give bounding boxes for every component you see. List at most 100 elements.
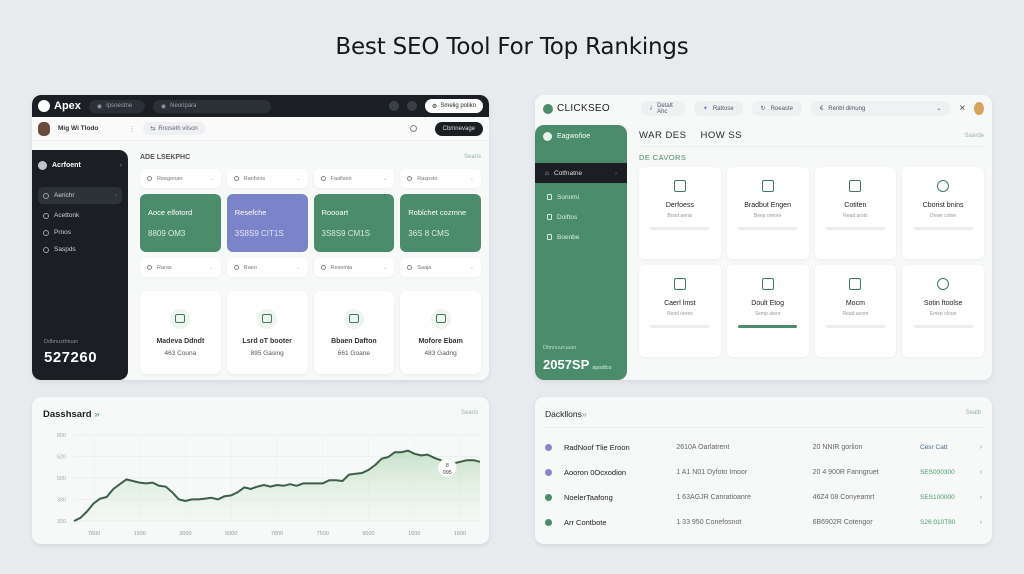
stat-tile[interactable]: Roblchet cozmne 36S 8 CMS: [400, 194, 481, 252]
filter-dropdown[interactable]: Saaja ⌄: [400, 258, 481, 277]
chevron-right-icon[interactable]: ›: [980, 469, 982, 476]
close-icon[interactable]: ×: [959, 103, 965, 114]
top-action-button[interactable]: ⚙ Smelig polikn: [424, 99, 483, 113]
filters-top: Reegenan ⌄ Ranfsios ⌄ Faafisen ⌄ Raspsto ⌄: [140, 169, 481, 188]
feature-card[interactable]: Lsrd oT booter 895 Gasing: [226, 291, 308, 374]
filter-dropdown[interactable]: Reegenan ⌄: [140, 169, 221, 188]
top-pill-2[interactable]: ✦ Rattose: [693, 101, 743, 116]
refresh-icon[interactable]: [409, 125, 417, 132]
disc-icon: [937, 180, 950, 192]
sub-filter-pill[interactable]: ⇆ Rnoseth vilson: [143, 122, 205, 135]
filter-icon: [233, 176, 239, 181]
stat-value: 36S 8 CMS: [408, 229, 450, 238]
category-card[interactable]: Cotiten Read arots: [814, 167, 897, 259]
top-pill-1[interactable]: ◉ Ipsoestne: [88, 99, 145, 113]
row-name: Arr Contbote: [563, 518, 607, 527]
row-col2: 1 33 950 Conefosnot: [676, 519, 742, 526]
category-cards: Derfoess Bood aenis Bradbut Engen Beep oreo…: [639, 167, 984, 357]
sidebar-item-3[interactable]: Prnos: [38, 224, 122, 241]
sidebar-item[interactable]: Doiftos: [535, 207, 627, 227]
feature-card[interactable]: Bbaen Dafton 661 Goane: [313, 291, 395, 374]
sidebar-item[interactable]: Boenbe: [535, 227, 627, 247]
tab-2[interactable]: HOW SS: [700, 130, 742, 141]
filter-dropdown[interactable]: Faafisen ⌄: [313, 169, 395, 188]
sub-primary-button[interactable]: Cbmnevage: [434, 121, 483, 136]
list-item[interactable]: NoelerTaafong 1 63AGJR Canratioanre 46Z4 0…: [545, 485, 982, 510]
server-icon: [761, 180, 774, 192]
top-search-label: Neoripara: [170, 103, 197, 109]
filter-label: Resemia: [330, 264, 353, 271]
filter-dropdown[interactable]: Ranfsios ⌄: [226, 169, 308, 188]
monitor-icon: [849, 278, 862, 290]
sidebar-item-1[interactable]: Aerichr ›: [38, 187, 122, 204]
apex-logo[interactable]: Apex: [38, 100, 81, 112]
card-sub: Semp ateor: [754, 311, 781, 317]
feature-card[interactable]: Madeva Ddndt 463 Couna: [140, 291, 221, 374]
filter-dropdown[interactable]: Raspsto ⌄: [400, 169, 481, 188]
y-tick-label: 800: [57, 433, 66, 439]
top-select[interactable]: € Renbl dimung ⌄: [810, 101, 951, 116]
sidebar-item-4[interactable]: Saspds: [38, 241, 122, 258]
stat-tile[interactable]: Resefche 3S8S9 CIT1S: [226, 194, 308, 252]
feature-card[interactable]: Mofore Ebam 483 Gadng: [400, 291, 481, 374]
category-card[interactable]: Bradbut Engen Beep oreore: [726, 167, 809, 259]
category-card[interactable]: Sotin ftoolse Emep olooe: [902, 265, 984, 357]
filter-icon: [407, 265, 413, 270]
sidebar-item-label: Cotfnatne: [553, 169, 583, 177]
category-card[interactable]: Cborist bnins Dnwe coloe: [902, 167, 984, 259]
sidebar-item-active[interactable]: ⌂ Cotfnatne ›: [535, 163, 627, 183]
category-card[interactable]: Doult Etog Semp ateor: [726, 265, 809, 357]
clickseo-logo[interactable]: CLICKSEO: [543, 103, 610, 114]
filter-icon: ⇆: [150, 126, 156, 132]
sidebar-footer: Ddbnusthtuan 527260: [44, 339, 97, 366]
list-link[interactable]: Sealb: [966, 410, 981, 416]
category-card[interactable]: Mocm Read aeom: [814, 265, 897, 357]
clickseo-logo-icon: [543, 103, 553, 114]
tabs: WAR DES HOW SS Saarde: [639, 125, 984, 147]
top-pill-label: Rattose: [712, 105, 734, 112]
filter-label: Saaja: [417, 264, 432, 271]
chevron-right-icon[interactable]: ›: [980, 494, 982, 501]
row-col4: S26 010T80: [920, 519, 956, 526]
list-item[interactable]: Aooron 0Ocxodion 1 A1 N01 Dyfoto Imoor 20 …: [545, 460, 982, 485]
sidebar-item[interactable]: Sonnmi: [535, 187, 627, 207]
avatar[interactable]: [38, 121, 50, 136]
top-search[interactable]: ◉ Neoripara: [152, 99, 271, 113]
filters-bottom: Raras ⌄ Raeo ⌄ Resemia ⌄ Saaja ⌄: [140, 258, 481, 277]
stat-title: Roooart: [321, 208, 349, 217]
chevron-right-icon[interactable]: ›: [980, 519, 982, 526]
top-pill-label: Roeaste: [770, 105, 793, 112]
sidebar-header[interactable]: Acrfoent ›: [38, 158, 122, 172]
tab-1[interactable]: WAR DES: [639, 130, 686, 141]
chevron-right-icon[interactable]: ›: [980, 444, 982, 451]
category-card[interactable]: Caerl lmst Rend oeres: [639, 265, 721, 357]
y-tick-label: 300: [57, 519, 66, 525]
sidebar-item-2[interactable]: Acettonk: [38, 207, 122, 224]
section-header: ADE LSEKPHC Searis: [140, 150, 481, 164]
list-item[interactable]: Arr Contbote 1 33 950 Conefosnot 6B6902R C…: [545, 510, 982, 535]
card-name: Madeva Ddndt: [156, 337, 205, 345]
card-sub: Emep olooe: [929, 311, 957, 317]
section-link[interactable]: Searis: [464, 154, 481, 160]
sidebar-header[interactable]: Eagwoñoe: [535, 125, 627, 147]
stat-tile[interactable]: Roooart 3S8S9 CM1S: [313, 194, 395, 252]
avatar[interactable]: [974, 102, 984, 115]
notification-icon[interactable]: [388, 101, 399, 111]
stat-tile[interactable]: Aoce elfotord 8809 OM3: [140, 194, 221, 252]
row-col4: Cesr Catt: [920, 444, 948, 451]
footer-value-number: 2057SP: [543, 357, 590, 372]
category-card[interactable]: Derfoess Bood aenis: [639, 167, 721, 259]
list-item[interactable]: RadNoof Tlie Eroon 2610A Oarlatrent 20 NNI…: [545, 435, 982, 460]
user-name: Mig Wi Tlodo: [58, 125, 99, 132]
settings-icon[interactable]: [406, 101, 417, 111]
filter-dropdown[interactable]: Raras ⌄: [140, 258, 221, 277]
top-pill-3[interactable]: ↻ Roeaste: [751, 101, 802, 116]
card-sub: 463 Couna: [164, 349, 197, 357]
clickseo-sidebar: Eagwoñoe ⌂ Cotfnatne › Sonnmi Doiftos Boen…: [535, 125, 627, 380]
tabs-link[interactable]: Saarde: [965, 133, 984, 139]
filter-dropdown[interactable]: Resemia ⌄: [313, 258, 395, 277]
top-pill-1[interactable]: ⅈ Detalt Ahc: [640, 101, 685, 116]
filter-dropdown[interactable]: Raeo ⌄: [226, 258, 308, 277]
area-chart: 300 300 500 520 800 7600 1900 3000 5000 7800 7500 9…: [57, 433, 481, 537]
card-name: Sotin ftoolse: [923, 300, 963, 307]
